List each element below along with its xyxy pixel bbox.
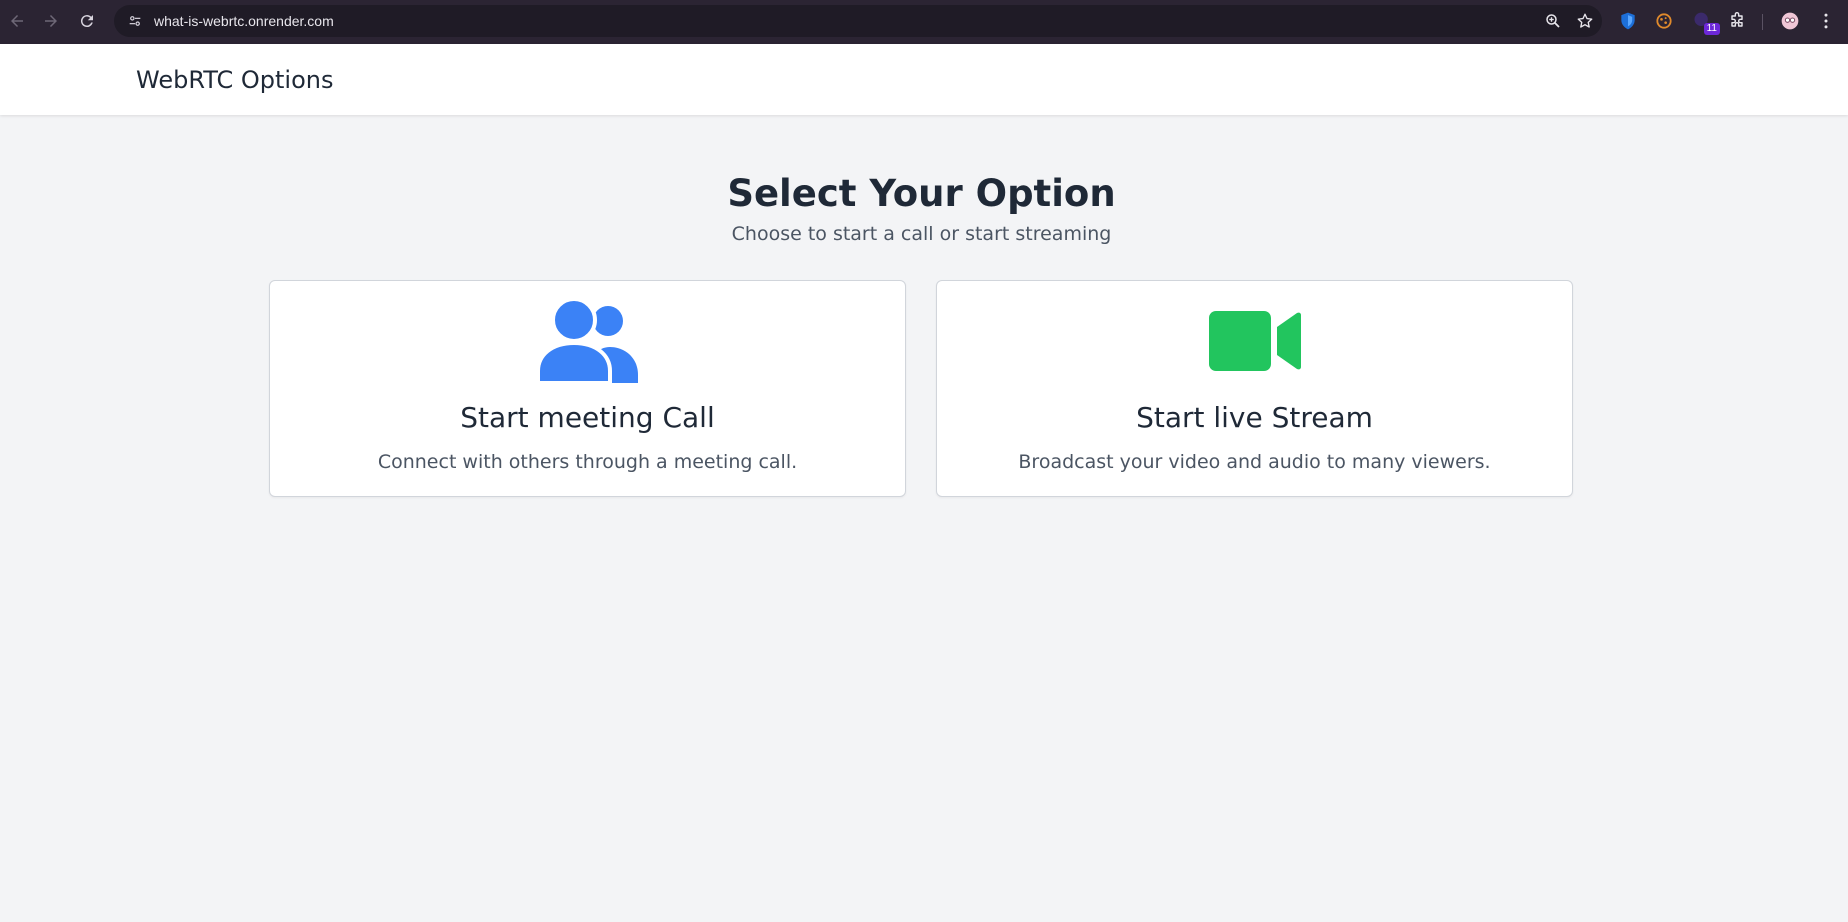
extension-badge-count: 11 bbox=[1703, 23, 1720, 35]
puzzle-icon bbox=[1731, 12, 1743, 27]
extension-badge-item[interactable]: 11 bbox=[1690, 7, 1720, 35]
address-bar[interactable]: what-is-webrtc.onrender.com bbox=[114, 5, 1602, 37]
brand-title[interactable]: WebRTC Options bbox=[136, 66, 334, 94]
tune-icon bbox=[129, 16, 141, 26]
arrow-right-icon bbox=[45, 15, 57, 27]
meeting-call-description: Connect with others through a meeting ca… bbox=[377, 451, 798, 473]
shield-icon bbox=[1621, 12, 1635, 30]
kebab-menu-icon bbox=[1824, 13, 1828, 29]
extensions-button[interactable] bbox=[1727, 7, 1747, 35]
app-header: WebRTC Options bbox=[0, 44, 1848, 115]
profile-button[interactable] bbox=[1778, 7, 1802, 35]
users-icon bbox=[270, 299, 905, 383]
arrow-left-icon bbox=[11, 15, 23, 27]
site-info-button[interactable] bbox=[120, 9, 150, 33]
reload-icon bbox=[80, 15, 93, 28]
cookie-icon bbox=[1656, 13, 1672, 29]
extension-shield[interactable] bbox=[1618, 7, 1638, 35]
extension-cookie[interactable] bbox=[1654, 7, 1674, 35]
zoom-icon[interactable] bbox=[1544, 12, 1562, 30]
reload-button[interactable] bbox=[70, 4, 104, 38]
meeting-call-title: Start meeting Call bbox=[460, 401, 715, 434]
menu-button[interactable] bbox=[1816, 7, 1836, 35]
star-icon[interactable] bbox=[1576, 12, 1594, 30]
avatar-icon bbox=[1781, 12, 1799, 30]
video-camera-icon bbox=[937, 299, 1572, 383]
url-text[interactable]: what-is-webrtc.onrender.com bbox=[154, 13, 334, 29]
browser-toolbar: what-is-webrtc.onrender.com 11 bbox=[0, 0, 1848, 44]
forward-button[interactable] bbox=[34, 4, 68, 38]
live-stream-description: Broadcast your video and audio to many v… bbox=[1018, 451, 1491, 473]
page-subtitle: Choose to start a call or start streamin… bbox=[731, 223, 1112, 245]
page-title: Select Your Option bbox=[727, 172, 1116, 215]
live-stream-card[interactable]: Start live Stream Broadcast your video a… bbox=[936, 280, 1573, 497]
live-stream-title: Start live Stream bbox=[1136, 401, 1373, 434]
back-button[interactable] bbox=[0, 4, 34, 38]
toolbar-divider bbox=[1762, 14, 1763, 30]
meeting-call-card[interactable]: Start meeting Call Connect with others t… bbox=[269, 280, 906, 497]
